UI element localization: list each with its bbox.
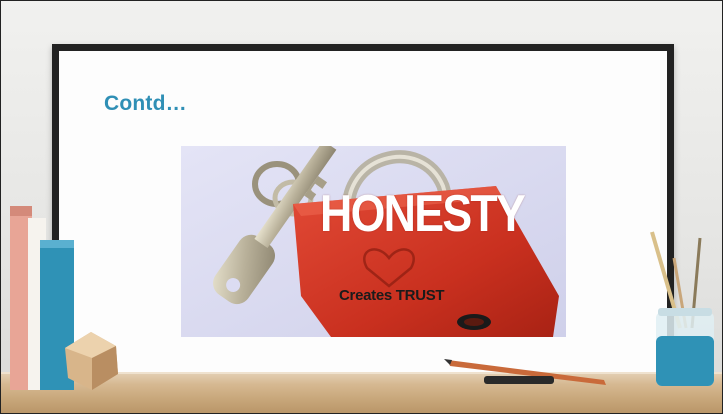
wooden-decor-object [62,330,120,392]
pencil-decoration [444,354,614,386]
creates-trust-caption: Creates TRUST [339,287,445,304]
jar-with-brushes [640,228,720,388]
slide-title: Contd… [104,92,187,115]
honesty-headline: HONESTY [320,185,526,243]
